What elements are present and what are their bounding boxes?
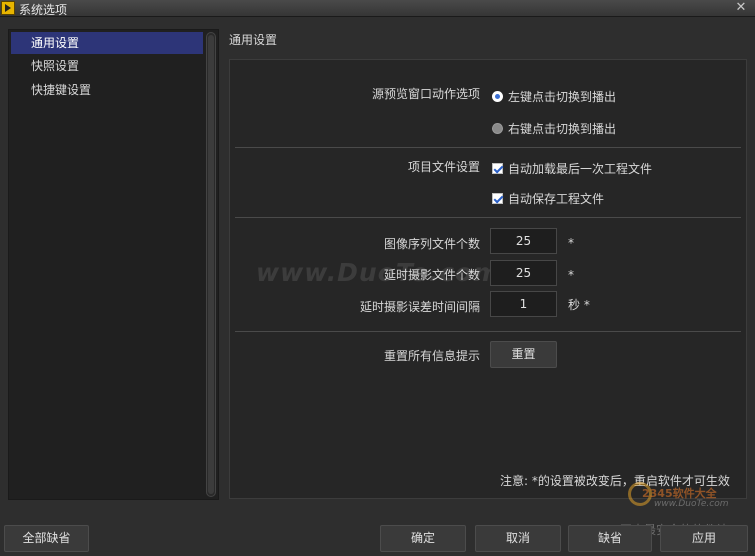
reset-label: 重置所有信息提示 xyxy=(383,349,480,363)
image-seq-label: 图像序列文件个数 xyxy=(383,237,480,251)
divider xyxy=(235,147,741,148)
default-button[interactable]: 缺省 xyxy=(568,525,652,552)
project-file-label: 项目文件设置 xyxy=(407,160,480,174)
title-bar: 系统选项 ✕ xyxy=(0,0,755,17)
apply-button[interactable]: 应用 xyxy=(660,525,748,552)
logo-line2: www.DuoTe.com xyxy=(654,499,729,509)
divider xyxy=(235,331,741,332)
timelapse-count-unit: * xyxy=(568,268,574,282)
radio-left-label: 左键点击切换到播出 xyxy=(508,90,617,104)
image-seq-unit: * xyxy=(568,236,574,250)
timelapse-interval-input[interactable]: 1 xyxy=(490,291,557,317)
ok-button[interactable]: 确定 xyxy=(380,525,466,552)
checkbox-autosave-box[interactable] xyxy=(492,193,503,204)
checkbox-autoload[interactable]: 自动加载最后一次工程文件 xyxy=(492,160,652,177)
close-icon[interactable]: ✕ xyxy=(733,0,749,16)
checkbox-autosave-label: 自动保存工程文件 xyxy=(508,192,605,206)
site-logo-watermark: 2345软件大全 www.DuoTe.com 国内最安全的软件站 xyxy=(620,476,752,537)
nav-item-hotkeys[interactable]: 快捷键设置 xyxy=(11,79,203,101)
radio-left-indicator[interactable] xyxy=(492,91,503,102)
settings-nav: 通用设置 快照设置 快捷键设置 xyxy=(8,29,219,500)
window-title: 系统选项 xyxy=(19,3,68,17)
nav-scrollbar-thumb[interactable] xyxy=(208,35,214,494)
divider xyxy=(235,217,741,218)
section-title: 通用设置 xyxy=(229,33,278,47)
reset-button[interactable]: 重置 xyxy=(490,341,557,368)
radio-right-indicator[interactable] xyxy=(492,123,503,134)
radio-left-click[interactable]: 左键点击切换到播出 xyxy=(492,88,616,105)
radio-right-click[interactable]: 右键点击切换到播出 xyxy=(492,120,616,137)
cancel-button[interactable]: 取消 xyxy=(475,525,561,552)
defaults-all-button[interactable]: 全部缺省 xyxy=(4,525,89,552)
timelapse-interval-unit: 秒 * xyxy=(568,298,590,312)
nav-scrollbar[interactable] xyxy=(206,32,216,497)
timelapse-count-input[interactable]: 25 xyxy=(490,260,557,286)
app-icon xyxy=(1,1,15,15)
checkbox-autosave[interactable]: 自动保存工程文件 xyxy=(492,190,604,207)
nav-item-general[interactable]: 通用设置 xyxy=(11,32,203,54)
timelapse-count-label: 延时摄影文件个数 xyxy=(383,268,480,282)
source-preview-label: 源预览窗口动作选项 xyxy=(371,87,480,101)
radio-right-label: 右键点击切换到播出 xyxy=(508,122,617,136)
checkbox-autoload-label: 自动加载最后一次工程文件 xyxy=(508,162,653,176)
timelapse-interval-label: 延时摄影误差时间间隔 xyxy=(359,300,480,314)
general-settings-panel: www.DuoTe.com 源预览窗口动作选项 左键点击切换到播出 右键点击切换… xyxy=(229,59,747,499)
checkbox-autoload-box[interactable] xyxy=(492,163,503,174)
image-seq-input[interactable]: 25 xyxy=(490,228,557,254)
nav-item-snapshot[interactable]: 快照设置 xyxy=(11,55,203,77)
